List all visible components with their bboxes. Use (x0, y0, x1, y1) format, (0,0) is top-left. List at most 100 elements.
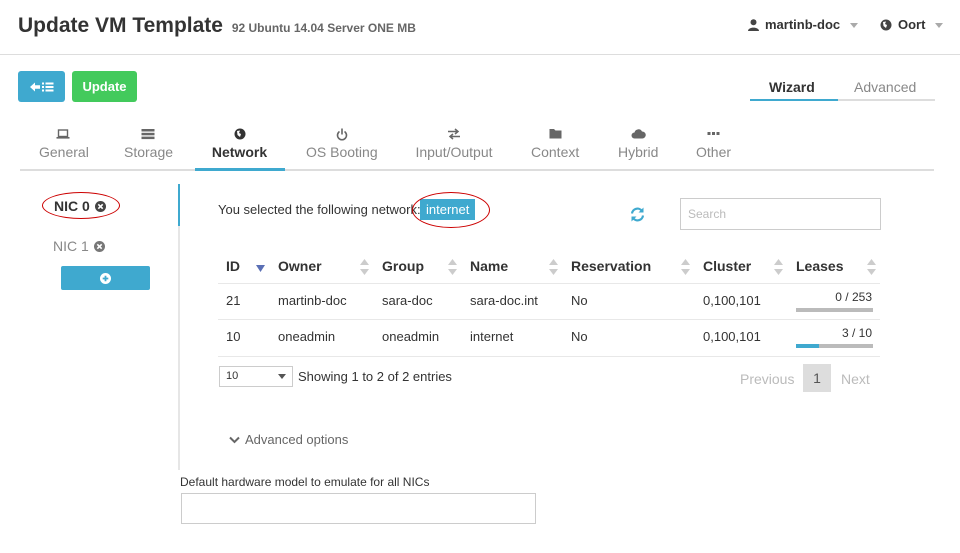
advanced-options-label: Advanced options (245, 432, 349, 447)
tab-label: Other (696, 144, 732, 160)
sort-icon (774, 259, 783, 275)
tab-label: Input/Output (415, 144, 493, 160)
cell-id[interactable]: 21 (226, 293, 240, 308)
nic-label: NIC 1 (53, 238, 89, 254)
page-title: Update VM Template 92 Ubuntu 14.04 Serve… (18, 14, 416, 38)
column-header-reservation[interactable]: Reservation (571, 258, 651, 274)
arrow-left-list-icon (29, 81, 55, 93)
lease-progress-fill (796, 344, 820, 348)
refresh-icon[interactable] (629, 206, 646, 223)
globe-icon (880, 19, 892, 31)
tab-active-indicator (195, 168, 285, 171)
cell-cluster[interactable]: 0,100,101 (703, 293, 761, 308)
page-subtitle: 92 Ubuntu 14.04 Server ONE MB (231, 21, 416, 35)
chevron-down-icon (229, 436, 240, 444)
page-length-value: 10 (226, 370, 239, 382)
advanced-options-toggle[interactable]: Advanced options (229, 432, 348, 447)
tabs-underline (20, 169, 934, 171)
cell-group[interactable]: sara-doc (382, 293, 433, 308)
column-header-cluster[interactable]: Cluster (703, 258, 751, 274)
column-header-name[interactable]: Name (470, 258, 508, 274)
column-header-group[interactable]: Group (382, 258, 424, 274)
zone-name: Oort (898, 17, 926, 32)
globe-icon (211, 128, 268, 142)
update-button[interactable]: Update (72, 71, 137, 102)
chevron-down-icon (850, 23, 859, 28)
cell-name[interactable]: internet (470, 329, 513, 344)
tab-other[interactable]: Other (696, 128, 732, 160)
table-header-divider (218, 283, 880, 284)
highlight-ellipse (42, 192, 120, 219)
tab-label: Storage (124, 144, 174, 160)
tab-context[interactable]: Context (531, 128, 579, 160)
tab-input-output[interactable]: Input/Output (415, 128, 493, 160)
add-nic-button[interactable] (61, 266, 150, 290)
lease-progress-bar (796, 344, 873, 348)
cell-name[interactable]: sara-doc.int (470, 293, 538, 308)
cell-reservation[interactable]: No (571, 329, 588, 344)
column-header-id[interactable]: ID (226, 258, 240, 274)
column-header-owner[interactable]: Owner (278, 258, 322, 274)
laptop-icon (39, 128, 86, 142)
power-icon (306, 128, 377, 142)
zone-menu[interactable]: Oort (880, 17, 944, 32)
storage-icon (124, 128, 172, 142)
tab-advanced[interactable]: Advanced (854, 79, 916, 95)
tab-label: General (39, 144, 89, 160)
tab-wizard[interactable]: Wizard (769, 79, 815, 95)
sort-icon (549, 259, 558, 275)
hardware-model-label: Default hardware model to emulate for al… (180, 475, 430, 489)
page-title-text: Update VM Template (18, 14, 223, 37)
cell-owner[interactable]: martinb-doc (278, 293, 347, 308)
sort-icon (360, 259, 369, 275)
tab-label: Context (531, 144, 580, 160)
back-to-list-button[interactable] (18, 71, 65, 102)
cell-cluster[interactable]: 0,100,101 (703, 329, 761, 344)
header-divider (0, 54, 960, 55)
nic-panel-divider (178, 184, 180, 470)
cell-owner[interactable]: oneadmin (278, 329, 335, 344)
table-bottom-divider (218, 356, 880, 357)
user-icon (748, 18, 759, 31)
nic-active-indicator (178, 184, 180, 226)
tab-label: OS Booting (306, 144, 378, 160)
cell-group[interactable]: oneadmin (382, 329, 439, 344)
highlight-ellipse (412, 192, 490, 228)
tab-network[interactable]: Network (211, 128, 268, 160)
pagination-next[interactable]: Next (841, 371, 870, 387)
column-header-leases[interactable]: Leases (796, 258, 843, 274)
chevron-down-icon (935, 23, 944, 28)
pagination-page[interactable]: 1 (803, 364, 831, 392)
folder-icon (531, 128, 579, 142)
cell-id[interactable]: 10 (226, 329, 240, 344)
hardware-model-input[interactable] (181, 493, 536, 524)
user-name: martinb-doc (765, 17, 841, 32)
ellipsis-icon (696, 128, 730, 142)
exchange-icon (415, 128, 493, 142)
pagination-previous[interactable]: Previous (740, 371, 794, 387)
cell-leases: 3 / 10 (841, 326, 872, 340)
lease-progress-bar (796, 308, 873, 312)
table-row-divider (218, 319, 880, 320)
tab-hybrid[interactable]: Hybrid (618, 128, 658, 160)
sort-icon (448, 259, 457, 275)
sort-icon (681, 259, 690, 275)
mode-tab-active-indicator (750, 99, 838, 101)
cloud-icon (618, 128, 658, 142)
sort-icon (867, 259, 876, 275)
tab-general[interactable]: General (39, 128, 89, 160)
page-length-select[interactable]: 10 (219, 366, 293, 387)
cell-leases: 0 / 253 (835, 290, 872, 304)
cell-reservation[interactable]: No (571, 293, 588, 308)
dropdown-arrow-icon (278, 374, 286, 379)
tab-storage[interactable]: Storage (124, 128, 174, 160)
plus-circle-icon (100, 272, 111, 284)
tab-label: Network (211, 144, 268, 160)
tab-label: Hybrid (618, 144, 659, 160)
user-menu[interactable]: martinb-doc (748, 17, 859, 32)
search-input[interactable] (680, 198, 881, 230)
tab-os-booting[interactable]: OS Booting (306, 128, 378, 160)
nic-tab-1[interactable]: NIC 1 (53, 238, 105, 254)
remove-nic-icon[interactable] (93, 240, 105, 252)
sort-desc-icon (256, 265, 265, 272)
